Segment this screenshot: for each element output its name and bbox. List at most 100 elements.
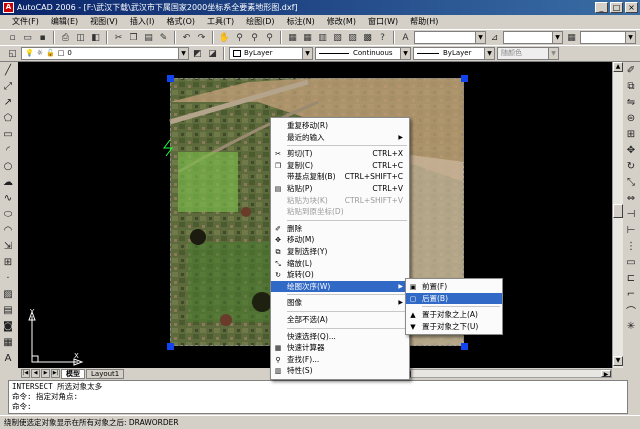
dim-style-icon[interactable]: ⊿ [488, 31, 501, 44]
region-icon[interactable]: ◙ [0, 318, 16, 334]
context-menu-item[interactable]: 全部不选(A) [271, 314, 409, 326]
context-menu-item[interactable]: 图像 ▶ [271, 297, 409, 309]
context-menu-item[interactable]: ⤡ 缩放(L) [271, 258, 409, 270]
polyline-icon[interactable]: ↗ [0, 94, 16, 110]
cut-icon[interactable]: ✂ [112, 31, 125, 44]
rotate-icon[interactable]: ↻ [623, 158, 639, 174]
maximize-button[interactable]: □ [610, 2, 623, 13]
context-menu-item[interactable]: ✐ 删除 [271, 223, 409, 235]
table-icon[interactable]: ▦ [0, 334, 16, 350]
menu-item[interactable]: 帮助(H) [404, 15, 444, 29]
next-tab-icon[interactable]: ▶ [41, 369, 50, 378]
menu-item[interactable]: 绘图(D) [240, 15, 280, 29]
context-menu-item[interactable]: ▣ 前置(F) [406, 281, 502, 293]
construction-line-icon[interactable]: ⤢ [0, 78, 16, 94]
menu-item[interactable]: 工具(T) [201, 15, 240, 29]
help-icon[interactable]: ? [376, 31, 389, 44]
stretch-icon[interactable]: ⇔ [623, 190, 639, 206]
context-menu-item[interactable]: ❐ 复制(C) CTRL+C [271, 160, 409, 172]
lineweight-combo[interactable]: ByLayer ▼ [413, 47, 495, 60]
mtext-icon[interactable]: A [0, 350, 16, 366]
context-menu-item[interactable]: 带基点复制(B) CTRL+SHIFT+C [271, 171, 409, 183]
context-menu-item[interactable]: ▼ 置于对象之下(U) [406, 321, 502, 333]
horizontal-scrollbar[interactable]: ◀ ▶ [400, 369, 612, 378]
context-menu-item[interactable]: ↻ 旋转(O) [271, 269, 409, 281]
calculator-icon[interactable]: ▩ [361, 31, 374, 44]
menu-item[interactable]: 格式(O) [160, 15, 201, 29]
design-center-icon[interactable]: ▦ [301, 31, 314, 44]
redo-icon[interactable]: ↷ [195, 31, 208, 44]
polygon-icon[interactable]: ⬠ [0, 110, 16, 126]
ellipse-icon[interactable]: ⬭ [0, 206, 16, 222]
table-style-icon[interactable]: ▦ [565, 31, 578, 44]
menu-item[interactable]: 编辑(E) [45, 15, 84, 29]
copy-object-icon[interactable]: ⧉ [623, 78, 639, 94]
grip-top-right[interactable] [461, 75, 468, 82]
context-menu-item[interactable]: ▤ 粘贴(P) CTRL+V [271, 183, 409, 195]
scale-icon[interactable]: ⤡ [623, 174, 639, 190]
context-menu-item[interactable]: 快速选择(Q)... [271, 331, 409, 343]
match-properties-icon[interactable]: ✎ [157, 31, 170, 44]
vertical-scrollbar[interactable]: ▲ ▼ [612, 62, 623, 368]
menu-item[interactable]: 修改(M) [321, 15, 362, 29]
context-menu-item[interactable]: ▢ 后置(B) [406, 292, 502, 305]
table-style-combo[interactable]: ▼ [580, 31, 636, 44]
scroll-up-icon[interactable]: ▲ [613, 62, 623, 72]
spline-icon[interactable]: ∿ [0, 190, 16, 206]
first-tab-icon[interactable]: |◀ [21, 369, 30, 378]
chamfer-icon[interactable]: ⌐ [623, 286, 639, 302]
context-menu-item[interactable]: ⧉ 复制选择(Y) [271, 246, 409, 258]
autocad-app-icon[interactable]: A [3, 2, 14, 13]
copy-icon[interactable]: ❐ [127, 31, 140, 44]
text-style-icon[interactable]: A [399, 31, 412, 44]
line-icon[interactable]: ╱ [0, 62, 16, 78]
grip-top-left[interactable] [167, 75, 174, 82]
save-icon[interactable]: ▪ [36, 31, 49, 44]
context-menu-item[interactable]: ▦ 快速计算器 [271, 342, 409, 354]
grip-bottom-right[interactable] [461, 343, 468, 350]
sheet-set-icon[interactable]: ▧ [331, 31, 344, 44]
break-icon[interactable]: ▭ [623, 254, 639, 270]
scroll-right-icon[interactable]: ▶ [601, 370, 611, 378]
open-file-icon[interactable]: ▭ [21, 31, 34, 44]
context-menu-item[interactable]: 最近的输入 ▶ [271, 132, 409, 144]
context-menu-item[interactable]: ▲ 置于对象之上(A) [406, 309, 502, 321]
prev-tab-icon[interactable]: ◀ [31, 369, 40, 378]
array-icon[interactable]: ⊞ [623, 126, 639, 142]
menu-item[interactable]: 插入(I) [124, 15, 161, 29]
point-icon[interactable]: · [0, 270, 16, 286]
layer-previous-icon[interactable]: ◪ [206, 47, 219, 60]
make-current-layer-icon[interactable]: ◩ [191, 47, 204, 60]
tab-model[interactable]: 模型 [61, 368, 85, 379]
layer-combo[interactable]: 💡 ☼ 🔓 □ 0 ▼ [21, 47, 189, 60]
erase-icon[interactable]: ✐ [623, 62, 639, 78]
rectangle-icon[interactable]: ▭ [0, 126, 16, 142]
zoom-realtime-icon[interactable]: ⚲ [233, 31, 246, 44]
mirror-icon[interactable]: ⇋ [623, 94, 639, 110]
ellipse-arc-icon[interactable]: ◠ [0, 222, 16, 238]
pan-icon[interactable]: ✋ [218, 31, 231, 44]
menu-item[interactable]: 标注(N) [281, 15, 321, 29]
break-at-point-icon[interactable]: ⋮ [623, 238, 639, 254]
tab-layout1[interactable]: Layout1 [86, 368, 125, 379]
linetype-combo[interactable]: Continuous ▼ [315, 47, 411, 60]
context-menu-item[interactable]: 绘图次序(W) ▶ [271, 280, 409, 293]
grip-bottom-left[interactable] [167, 343, 174, 350]
text-style-combo[interactable]: ▼ [414, 31, 486, 44]
zoom-previous-icon[interactable]: ⚲ [263, 31, 276, 44]
vertical-scroll-thumb[interactable] [613, 204, 623, 218]
context-menu-item[interactable]: ⚲ 查找(F)... [271, 354, 409, 366]
revision-cloud-icon[interactable]: ☁ [0, 174, 16, 190]
join-icon[interactable]: ⊏ [623, 270, 639, 286]
hatch-icon[interactable]: ▨ [0, 286, 16, 302]
paste-icon[interactable]: ▤ [142, 31, 155, 44]
minimize-button[interactable]: _ [595, 2, 608, 13]
plot-icon[interactable]: ⎙ [59, 31, 72, 44]
tool-palettes-icon[interactable]: ▥ [316, 31, 329, 44]
command-prompt[interactable]: 命令: [12, 402, 624, 412]
menu-item[interactable]: 文件(F) [6, 15, 45, 29]
context-menu-item[interactable]: 重复移动(R) [271, 120, 409, 132]
plotstyle-combo[interactable]: 随颜色 ▼ [497, 47, 559, 60]
move-icon[interactable]: ✥ [623, 142, 639, 158]
make-block-icon[interactable]: ⊞ [0, 254, 16, 270]
